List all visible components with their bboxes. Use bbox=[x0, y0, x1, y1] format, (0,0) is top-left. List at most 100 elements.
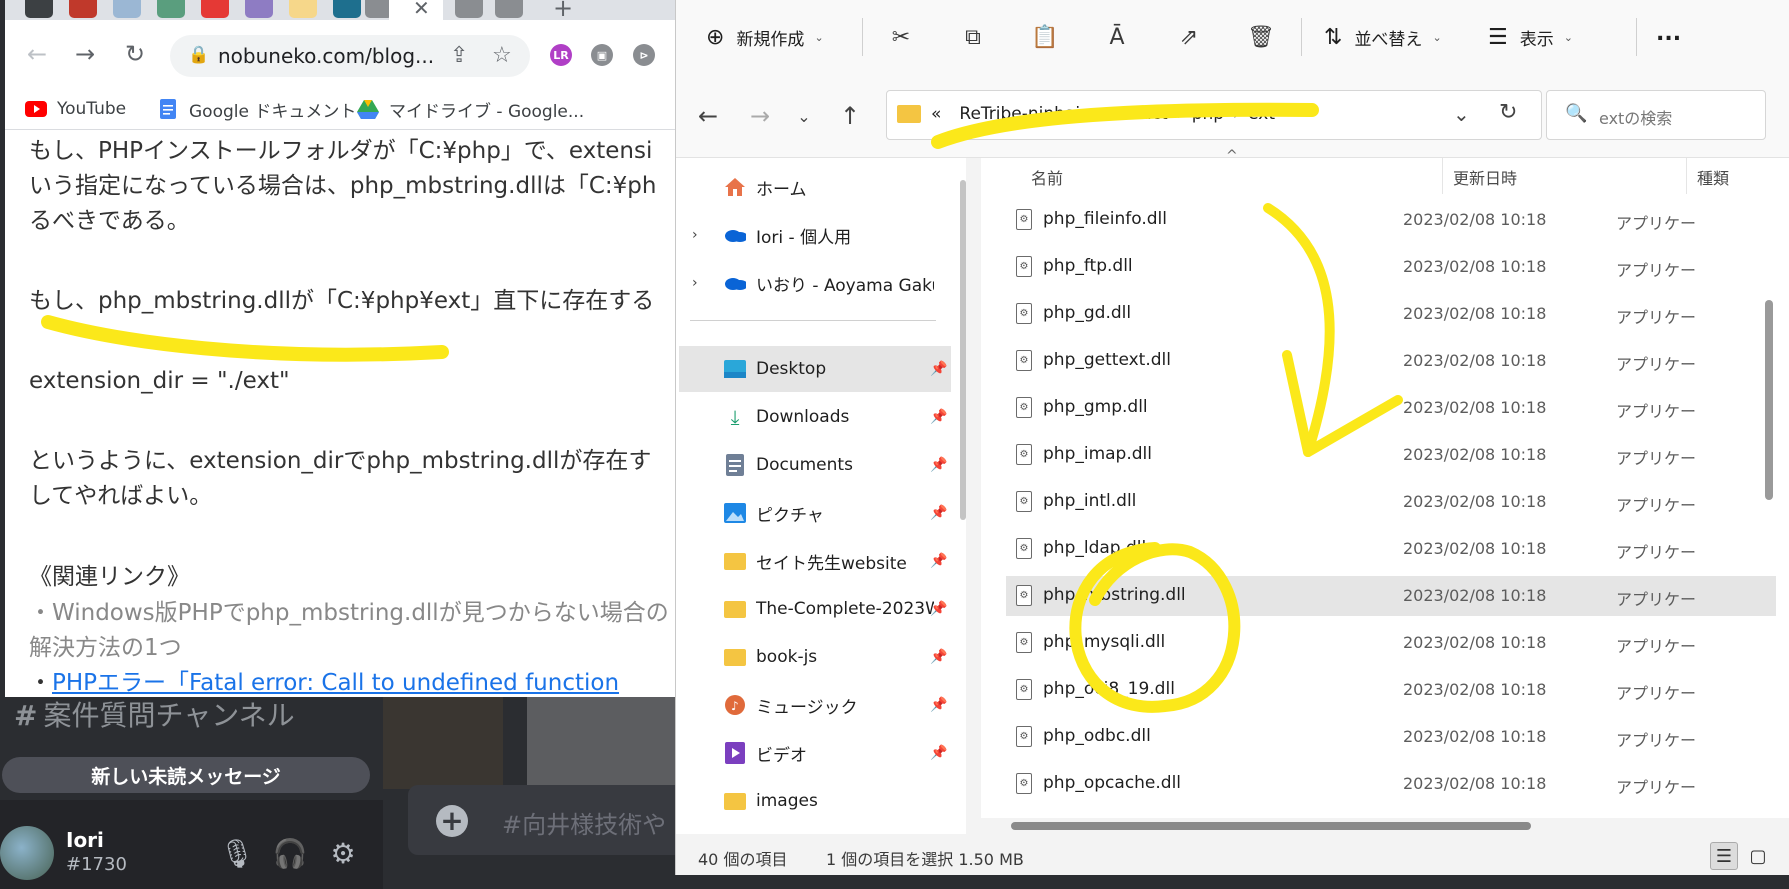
nav-item-folder[interactable]: images bbox=[676, 778, 952, 824]
extension-icon[interactable]: LR bbox=[550, 44, 572, 66]
nav-item-onedrive-personal[interactable]: › Iori - 個人用 bbox=[676, 212, 952, 258]
nav-scrollbar[interactable] bbox=[960, 180, 966, 520]
pin-icon[interactable]: 📌 bbox=[930, 553, 947, 569]
address-bar[interactable]: 🔒 nobuneko.com/blog... ⇪ ☆ bbox=[170, 35, 530, 77]
gear-icon[interactable]: ⚙ bbox=[326, 836, 360, 870]
vertical-scrollbar[interactable] bbox=[1765, 300, 1773, 500]
tab-favicon[interactable] bbox=[495, 0, 523, 18]
sort-button[interactable]: ⇅ 並べ替え ⌄ bbox=[1324, 18, 1442, 56]
pin-icon[interactable]: 📌 bbox=[930, 697, 947, 713]
search-input[interactable]: 🔍 extの検索 bbox=[1546, 90, 1766, 140]
related-link-1-cont[interactable]: 解決方法の1つ bbox=[29, 631, 182, 666]
new-tab-icon[interactable]: + bbox=[553, 0, 573, 22]
bookmark-drive[interactable]: マイドライブ - Google... bbox=[357, 94, 584, 124]
file-row[interactable]: ⚙ php_odbc.dll 2023/02/08 10:18 アプリケー bbox=[1006, 717, 1776, 757]
nav-item-folder[interactable]: book-js 📌 bbox=[676, 634, 952, 680]
tab-favicon[interactable] bbox=[201, 0, 229, 18]
file-row[interactable]: ⚙ php_imap.dll 2023/02/08 10:18 アプリケー bbox=[1006, 435, 1776, 475]
breadcrumb-item[interactable]: php bbox=[1192, 104, 1224, 124]
new-button[interactable]: ⊕ 新規作成 ⌄ bbox=[706, 18, 824, 56]
file-row[interactable]: ⚙ php_fileinfo.dll 2023/02/08 10:18 アプリケー bbox=[1006, 200, 1776, 240]
large-icons-view-icon[interactable]: ▢ bbox=[1744, 842, 1772, 870]
nav-item-desktop[interactable]: Desktop 📌 bbox=[679, 346, 951, 392]
nav-item-music[interactable]: ♪ ミュージック 📌 bbox=[676, 682, 952, 728]
pin-icon[interactable]: 📌 bbox=[930, 409, 947, 425]
nav-item-documents[interactable]: Documents 📌 bbox=[676, 442, 952, 488]
breadcrumb-overflow[interactable]: « bbox=[931, 104, 941, 124]
refresh-icon[interactable]: ↻ bbox=[1499, 100, 1517, 125]
tab-favicon[interactable] bbox=[69, 0, 97, 18]
pin-icon[interactable]: 📌 bbox=[930, 649, 947, 665]
column-header-name[interactable]: 名前 bbox=[1031, 160, 1063, 194]
forward-arrow-icon[interactable]: → bbox=[742, 98, 778, 134]
related-link-2[interactable]: ・PHPエラー「Fatal error: Call to undefined f… bbox=[29, 666, 619, 697]
nav-item-folder[interactable]: セイト先生website 📌 bbox=[676, 538, 952, 584]
nav-item-home[interactable]: ホーム bbox=[676, 164, 952, 210]
chevron-right-icon[interactable]: › bbox=[692, 275, 698, 291]
forward-arrow-icon[interactable]: → bbox=[67, 36, 103, 72]
file-row[interactable]: ⚙ php_ldap.dll 2023/02/08 10:18 アプリケー bbox=[1006, 529, 1776, 569]
nav-item-pictures[interactable]: ピクチャ 📌 bbox=[676, 490, 952, 536]
file-row[interactable]: ⚙ php_opcache.dll 2023/02/08 10:18 アプリケー bbox=[1006, 764, 1776, 804]
file-row[interactable]: ⚙ php_oci8_19.dll 2023/02/08 10:18 アプリケー bbox=[1006, 670, 1776, 710]
link-text[interactable]: PHPエラー「Fatal error: Call to undefined fu… bbox=[52, 670, 619, 696]
unread-messages-button[interactable]: 新しい未読メッセージ bbox=[2, 757, 370, 793]
breadcrumb-item[interactable]: ext bbox=[1248, 104, 1275, 124]
back-arrow-icon[interactable]: ← bbox=[690, 98, 726, 134]
cut-icon[interactable]: ✂ bbox=[886, 22, 916, 52]
back-arrow-icon[interactable]: ← bbox=[19, 36, 55, 72]
tab-favicon[interactable] bbox=[113, 0, 141, 18]
message-input[interactable]: + #向井様技術や bbox=[408, 785, 708, 855]
pin-icon[interactable]: 📌 bbox=[930, 457, 947, 473]
tab-favicon[interactable] bbox=[245, 0, 273, 18]
pin-icon[interactable]: 📌 bbox=[930, 505, 947, 521]
rename-icon[interactable]: Ā bbox=[1102, 22, 1132, 52]
pin-icon[interactable]: 📌 bbox=[930, 601, 947, 617]
tab-favicon[interactable] bbox=[455, 0, 483, 18]
column-header-type[interactable]: 種類 bbox=[1697, 160, 1729, 194]
pin-icon[interactable]: 📌 bbox=[930, 745, 947, 761]
file-row[interactable]: ⚙ php_gettext.dll 2023/02/08 10:18 アプリケー bbox=[1006, 341, 1776, 381]
file-row[interactable]: ⚙ php_gmp.dll 2023/02/08 10:18 アプリケー bbox=[1006, 388, 1776, 428]
tab-favicon[interactable] bbox=[25, 0, 53, 18]
pin-icon[interactable]: 📌 bbox=[930, 361, 947, 377]
related-link-1[interactable]: ・Windows版PHPでphp_mbstring.dllが見つからない場合の bbox=[29, 596, 669, 631]
file-row[interactable]: ⚙ php_mysqli.dll 2023/02/08 10:18 アプリケー bbox=[1006, 623, 1776, 663]
nav-item-videos[interactable]: ビデオ 📌 bbox=[676, 730, 952, 776]
tab-favicon[interactable] bbox=[289, 0, 317, 18]
headphones-icon[interactable]: 🎧 bbox=[273, 836, 308, 870]
view-button[interactable]: ☰ 表示 ⌄ bbox=[1488, 18, 1573, 56]
chevron-right-icon[interactable]: › bbox=[692, 227, 698, 243]
file-row[interactable]: ⚙ php_gd.dll 2023/02/08 10:18 アプリケー bbox=[1006, 294, 1776, 334]
up-arrow-icon[interactable]: ↑ bbox=[832, 98, 868, 134]
bookmark-docs[interactable]: Google ドキュメント bbox=[157, 94, 356, 124]
paste-icon[interactable]: 📋 bbox=[1030, 22, 1060, 52]
close-tab-icon[interactable]: ✕ bbox=[413, 0, 430, 20]
extension-icon[interactable]: ⊳ bbox=[633, 44, 655, 66]
bookmark-youtube[interactable]: YouTube bbox=[25, 94, 126, 124]
column-header-modified[interactable]: 更新日時 bbox=[1453, 160, 1517, 194]
camera-icon[interactable]: ▣ bbox=[591, 44, 613, 66]
file-row[interactable]: ⚙ php_mbstring.dll 2023/02/08 10:18 アプリケー bbox=[1006, 576, 1776, 616]
nav-item-folder[interactable]: The-Complete-2023W 📌 bbox=[676, 586, 952, 632]
reload-icon[interactable]: ↻ bbox=[117, 36, 153, 72]
address-bar[interactable]: « ReTribe-ninbai › contact › php › ext ⌄ ↻ bbox=[886, 90, 1542, 140]
bookmark-star-icon[interactable]: ☆ bbox=[492, 43, 512, 68]
tab-favicon[interactable] bbox=[333, 0, 361, 18]
more-options-button[interactable]: ... bbox=[1656, 14, 1681, 52]
microphone-icon[interactable]: 🎙 bbox=[219, 836, 255, 870]
chevron-down-icon[interactable]: ⌄ bbox=[1453, 102, 1470, 126]
file-row[interactable]: ⚙ php_intl.dll 2023/02/08 10:18 アプリケー bbox=[1006, 482, 1776, 522]
nav-item-downloads[interactable]: ⤓ Downloads 📌 bbox=[676, 394, 952, 440]
horizontal-scrollbar[interactable] bbox=[1011, 820, 1771, 830]
delete-icon[interactable]: 🗑 bbox=[1246, 22, 1276, 52]
scrollbar-thumb[interactable] bbox=[1011, 822, 1531, 830]
breadcrumb-item[interactable]: ReTribe-ninbai bbox=[959, 104, 1080, 124]
channel-item[interactable]: # 案件質問チャンネル bbox=[14, 694, 295, 734]
recent-locations-chevron-icon[interactable]: ⌄ bbox=[786, 98, 822, 134]
copy-icon[interactable]: ⧉ bbox=[958, 22, 988, 52]
nav-item-onedrive-aoyama[interactable]: › いおり - Aoyama Gakuin bbox=[676, 260, 952, 306]
share-icon[interactable]: ⇪ bbox=[450, 43, 468, 68]
avatar[interactable] bbox=[0, 826, 54, 880]
column-divider[interactable] bbox=[1686, 158, 1687, 194]
